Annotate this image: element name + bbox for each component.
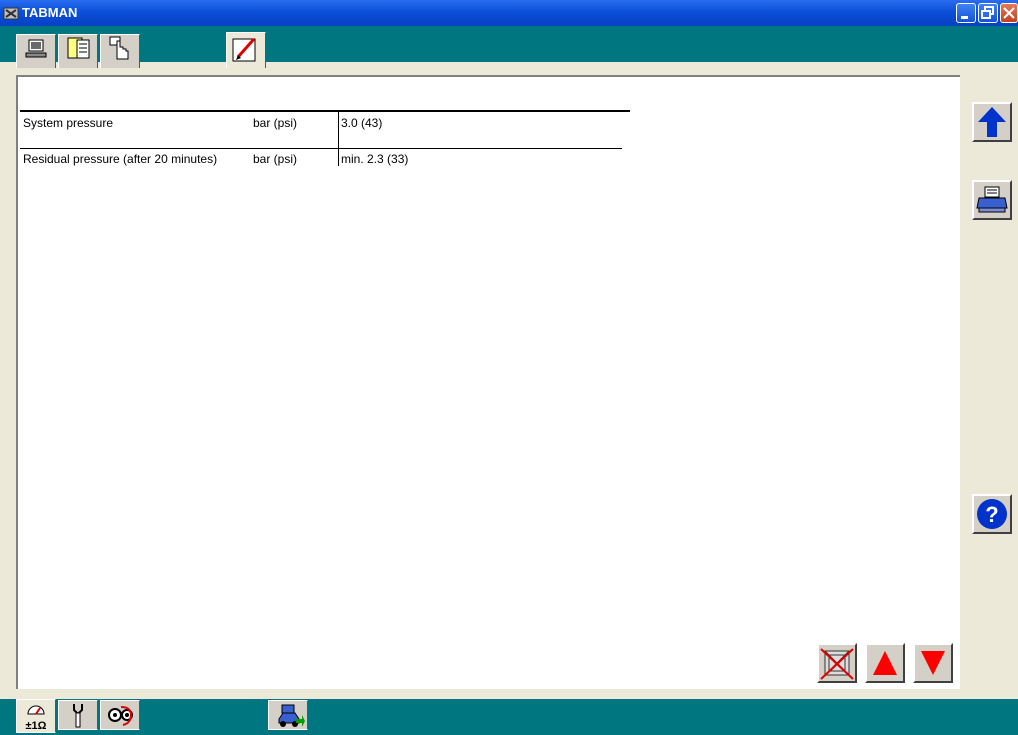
minimize-button[interactable] [956, 3, 976, 23]
window-title: TABMAN [22, 5, 78, 20]
arrow-up-icon [978, 107, 1006, 137]
content-area: System pressure bar (psi) 3.0 (43) Resid… [16, 75, 960, 689]
table-top-rule [20, 110, 630, 112]
computer-icon [25, 39, 47, 58]
restore-button[interactable] [978, 3, 998, 23]
row-1-unit: bar (psi) [253, 116, 298, 130]
bottom-tab-bar [0, 699, 1018, 735]
tab-vehicle[interactable] [268, 700, 308, 730]
row-1-parameter: System pressure [23, 116, 114, 130]
tab-tools[interactable] [58, 700, 98, 730]
timing-belt-icon [108, 706, 133, 726]
table-column-divider [338, 112, 339, 166]
pencil-edit-icon [232, 38, 256, 62]
row-2-value: min. 2.3 (33) [341, 152, 409, 166]
gauge-ohm-icon: ±1Ω [26, 705, 47, 732]
close-button[interactable] [1000, 3, 1018, 23]
tab-hand-pointer[interactable] [100, 34, 140, 68]
triangle-down-icon [921, 651, 945, 675]
page-up-button[interactable] [865, 643, 905, 683]
row-1-value: 3.0 (43) [341, 116, 383, 130]
minimize-icon [961, 16, 968, 19]
page-down-button[interactable] [913, 643, 953, 683]
printer-icon [976, 186, 1008, 213]
triangle-up-icon [873, 651, 897, 675]
title-bar: TABMAN [0, 0, 1018, 26]
help-icon: ? [977, 499, 1007, 529]
tabman-app-icon [3, 5, 19, 21]
cancel-button[interactable] [817, 643, 857, 683]
close-icon [1003, 7, 1015, 19]
restore-icon [981, 6, 994, 19]
car-lift-icon [278, 704, 305, 727]
row-2-unit: bar (psi) [253, 152, 298, 166]
top-tab-bar [0, 26, 1018, 62]
svg-text:?: ? [985, 502, 998, 527]
tab-timing[interactable] [100, 700, 140, 730]
tab-measurement[interactable]: ±1Ω [16, 699, 56, 733]
row-2-parameter: Residual pressure (after 20 minutes) [23, 152, 218, 166]
scroll-top-button[interactable] [972, 102, 1012, 142]
tab-computer[interactable] [16, 34, 56, 68]
tab-documents[interactable] [58, 34, 98, 68]
document-list-icon [67, 37, 90, 59]
hand-pointer-icon [109, 36, 129, 60]
tab-edit[interactable] [226, 32, 266, 69]
help-button[interactable]: ? [972, 494, 1012, 534]
cancel-icon [820, 648, 854, 680]
wrench-icon [73, 704, 83, 728]
print-button[interactable] [972, 180, 1012, 220]
table-row-divider [20, 148, 622, 149]
gauge-label: ±1Ω [26, 720, 47, 732]
